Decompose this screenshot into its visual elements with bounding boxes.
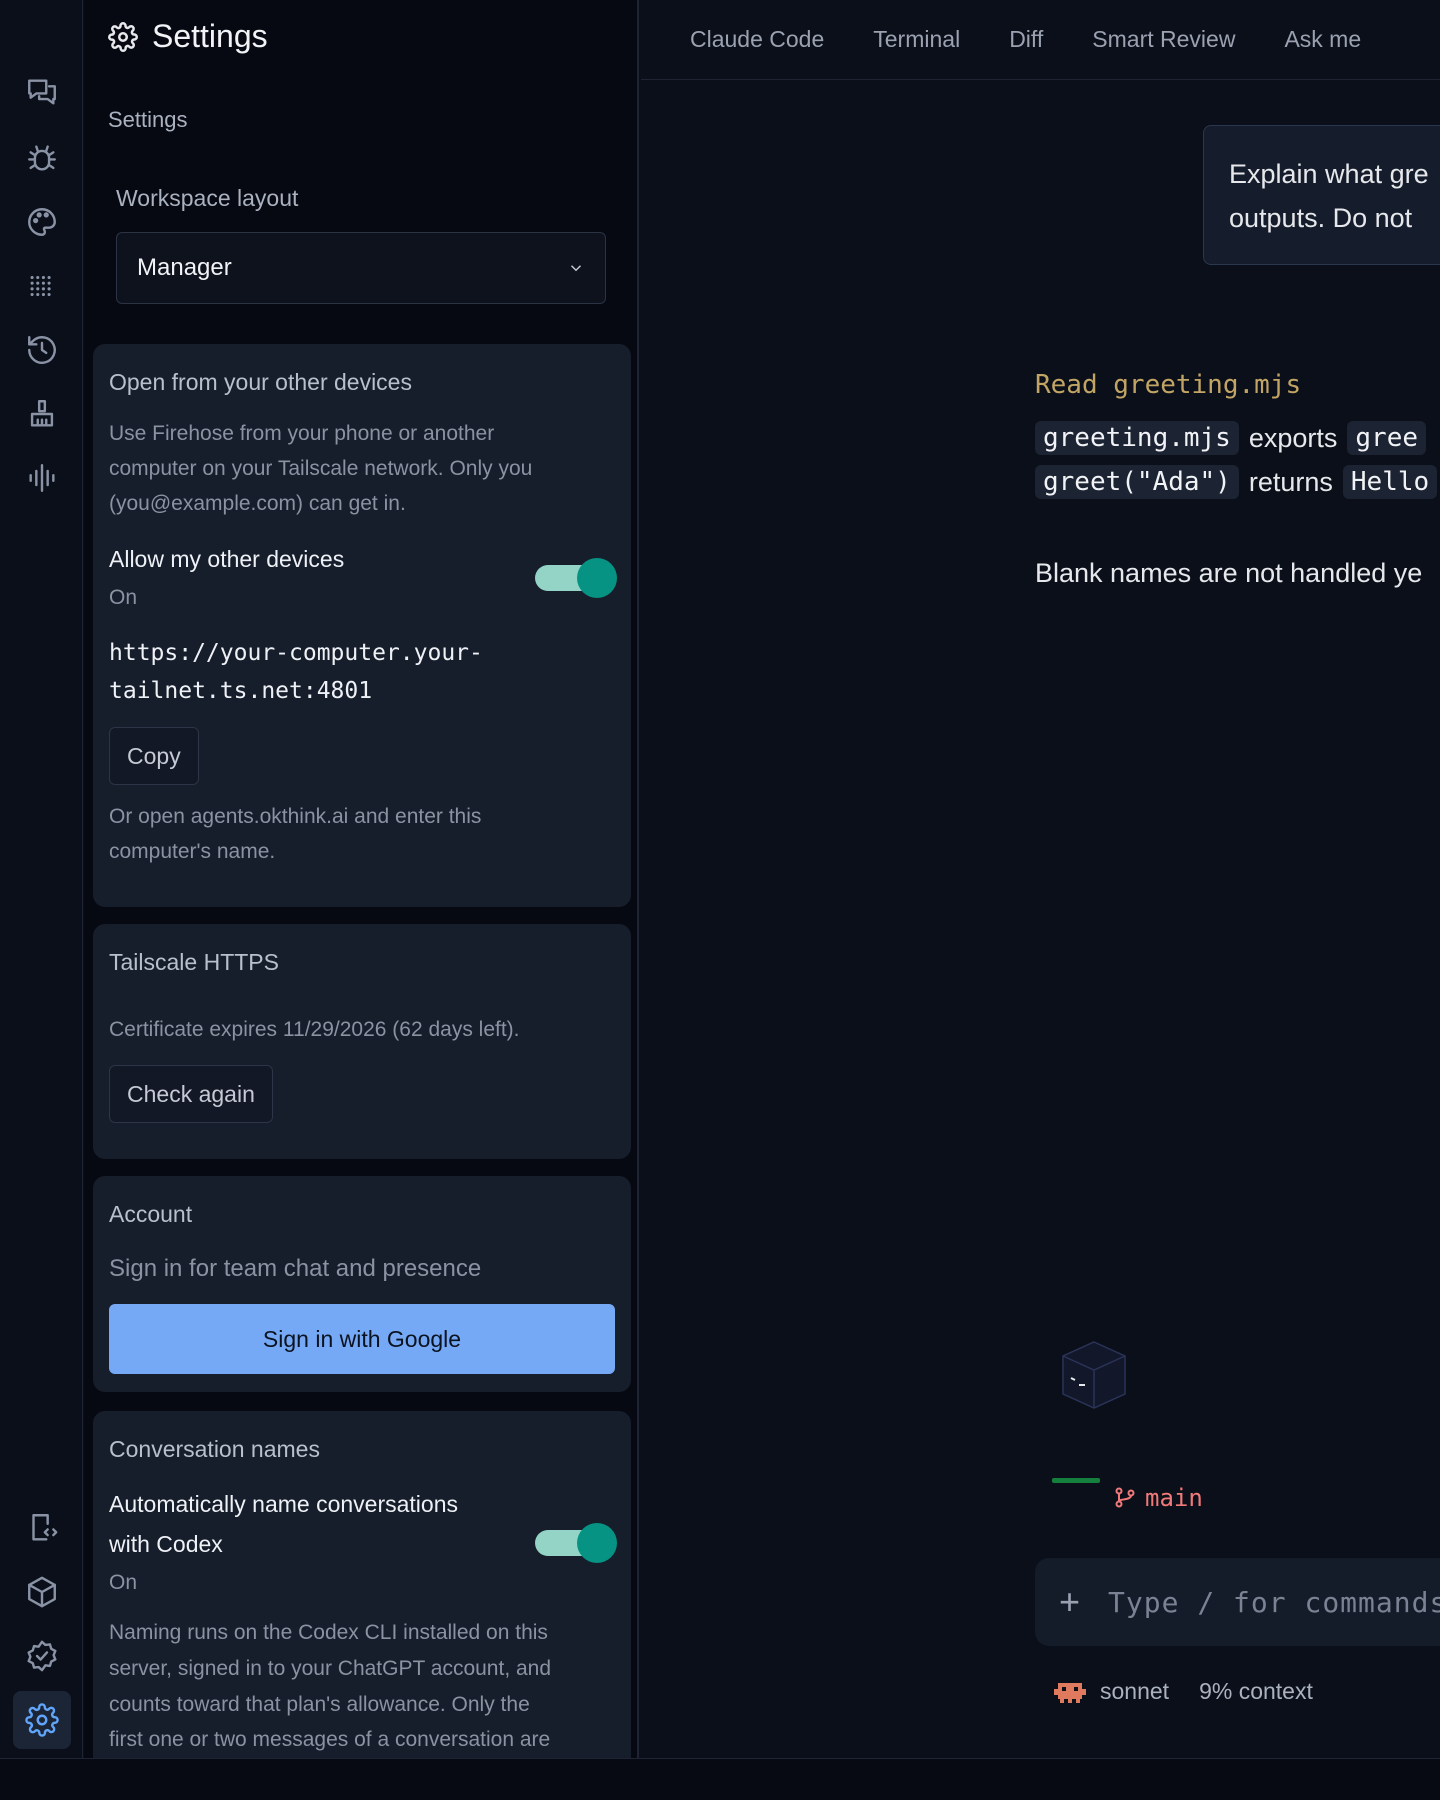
allow-devices-state: On — [109, 586, 138, 609]
main-area: Claude Code Terminal Diff Smart Review A… — [641, 0, 1440, 1758]
account-title: Account — [109, 1201, 193, 1227]
answer-line1: greeting.mjs exports gree — [1035, 421, 1427, 455]
user-message-line2: outputs. Do not — [1229, 203, 1413, 233]
tab-bar: Claude Code Terminal Diff Smart Review A… — [641, 0, 1440, 80]
tailscale-title: Tailscale HTTPS — [109, 949, 279, 975]
context-usage: 9% context — [1199, 1678, 1313, 1704]
robot-icon — [1054, 1682, 1086, 1703]
inline-code: Hello — [1342, 465, 1438, 499]
broom-icon[interactable] — [13, 385, 71, 443]
dots-grid-icon[interactable] — [13, 257, 71, 315]
palette-icon[interactable] — [13, 193, 71, 251]
allow-devices-label: Allow my other devices — [109, 546, 345, 572]
chevron-down-icon — [570, 265, 582, 272]
message-input[interactable] — [1108, 1585, 1440, 1619]
account-subtitle: Sign in for team chat and presence — [109, 1255, 482, 1282]
answer-text: exports — [1248, 422, 1338, 453]
allow-devices-toggle[interactable] — [535, 558, 617, 598]
model-selector[interactable]: sonnet — [1100, 1678, 1169, 1705]
devices-alt-line2: computer's name. — [109, 840, 276, 863]
toggle-knob — [577, 558, 617, 598]
devices-alt-line1: Or open agents.okthink.ai and enter this — [109, 805, 482, 828]
settings-panel: Settings Settings Workspace layout Manag… — [84, 0, 639, 1758]
conversation-names-title: Conversation names — [109, 1436, 320, 1462]
naming-desc-line2: server, signed in to your ChatGPT accoun… — [109, 1657, 552, 1680]
git-branch-icon — [1115, 1487, 1135, 1508]
device-url-line2: tailnet.ts.net:4801 — [109, 678, 373, 704]
toggle-knob — [577, 1523, 617, 1563]
tool-call-read: Read greeting.mjs — [1035, 370, 1302, 400]
answer-line3: Blank names are not handled ye — [1035, 558, 1423, 588]
naming-desc-line4: first one or two messages of a conversat… — [109, 1728, 551, 1751]
devices-desc-line1: Use Firehose from your phone or another — [109, 422, 495, 445]
tab-diff[interactable]: Diff — [1009, 26, 1043, 53]
auto-name-toggle[interactable] — [535, 1523, 617, 1563]
devices-card: Open from your other devices Use Firehos… — [93, 344, 631, 907]
answer-text: returns — [1248, 466, 1333, 497]
inline-code: greeting.mjs — [1035, 421, 1239, 455]
answer-line2: greet("Ada") returns Hello — [1035, 465, 1438, 499]
settings-title: Settings — [152, 18, 268, 54]
naming-desc-line1: Naming runs on the Codex CLI installed o… — [109, 1621, 548, 1644]
icon-rail — [0, 0, 83, 1758]
composer: + — [1035, 1558, 1440, 1646]
settings-icon[interactable] — [13, 1691, 71, 1749]
copy-url-button[interactable]: Copy — [109, 727, 199, 785]
branch-name: main — [1145, 1484, 1203, 1512]
bottom-bar — [0, 1758, 1440, 1800]
device-url: https://your-computer.your- tailnet.ts.n… — [109, 634, 483, 710]
package-icon[interactable] — [13, 1563, 71, 1621]
cube-mascot-icon — [1062, 1341, 1126, 1409]
certificate-status: Certificate expires 11/29/2026 (62 days … — [109, 1018, 520, 1041]
devices-title: Open from your other devices — [109, 369, 412, 395]
bug-icon[interactable] — [13, 129, 71, 187]
device-url-line1: https://your-computer.your- — [109, 640, 483, 666]
workspace-layout-select[interactable]: Manager — [116, 232, 606, 304]
settings-breadcrumb: Settings — [108, 107, 188, 132]
chats-icon[interactable] — [13, 63, 71, 121]
inline-code: greet("Ada") — [1035, 465, 1239, 499]
conversation-names-card: Conversation names Automatically name co… — [93, 1411, 631, 1758]
account-card: Account Sign in for team chat and presen… — [93, 1176, 631, 1392]
settings-gear-icon — [108, 21, 138, 52]
devices-desc-line2: computer on your Tailscale network. Only… — [109, 457, 533, 480]
add-attachment-button[interactable]: + — [1059, 1581, 1080, 1623]
remote-device-icon[interactable] — [13, 1499, 71, 1557]
user-message: Explain what gre outputs. Do not — [1203, 125, 1440, 265]
naming-desc-line3: counts toward that plan's allowance. Onl… — [109, 1693, 530, 1716]
devices-desc-line3: (you@example.com) can get in. — [109, 492, 406, 515]
auto-name-label-line1: Automatically name conversations — [109, 1491, 458, 1517]
tab-terminal[interactable]: Terminal — [873, 26, 960, 53]
audio-wave-icon[interactable] — [13, 449, 71, 507]
workspace-layout-value: Manager — [137, 254, 232, 281]
verified-badge-icon[interactable] — [13, 1627, 71, 1685]
auto-name-label-line2: with Codex — [109, 1531, 223, 1557]
user-message-line1: Explain what gre — [1229, 159, 1429, 189]
tailscale-card: Tailscale HTTPS Certificate expires 11/2… — [93, 924, 631, 1159]
history-icon[interactable] — [13, 321, 71, 379]
inline-code: gree — [1347, 421, 1427, 455]
tab-smart-review[interactable]: Smart Review — [1092, 26, 1235, 53]
activity-indicator — [1052, 1478, 1100, 1483]
tab-ask-me[interactable]: Ask me — [1284, 26, 1361, 53]
auto-name-state: On — [109, 1571, 138, 1594]
settings-header: Settings — [108, 18, 268, 55]
status-row: sonnet 9% context — [1052, 1678, 1313, 1705]
workspace-layout-label: Workspace layout — [116, 185, 299, 211]
tab-claude-code[interactable]: Claude Code — [690, 26, 824, 53]
sign-in-google-button[interactable]: Sign in with Google — [109, 1304, 615, 1374]
check-again-button[interactable]: Check again — [109, 1065, 273, 1123]
git-branch[interactable]: main — [1113, 1484, 1203, 1512]
